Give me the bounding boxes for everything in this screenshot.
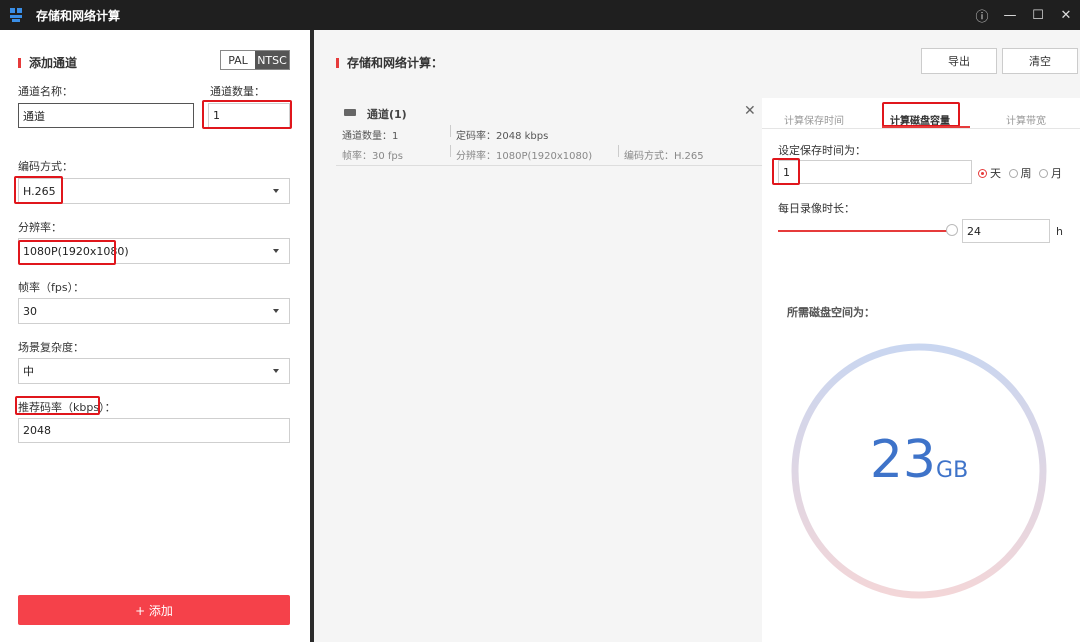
- chevron-down-icon: [273, 369, 279, 373]
- highlight-box: [772, 158, 800, 185]
- close-window-icon[interactable]: ✕: [1052, 0, 1080, 30]
- channel-name-input[interactable]: 通道: [18, 103, 194, 128]
- tab-retention-time[interactable]: 计算保存时间: [784, 112, 844, 127]
- add-button[interactable]: + 添加: [18, 595, 290, 625]
- radio-day[interactable]: [978, 169, 987, 178]
- app-icon: [10, 8, 24, 22]
- add-channel-panel: 添加通道 PAL NTSC 通道名称： 通道 通道数量： 1 编码方式： H.2…: [0, 30, 310, 642]
- video-standard-toggle: PAL NTSC: [220, 50, 290, 70]
- divider: [618, 145, 619, 157]
- info-icon[interactable]: ⓘ: [968, 0, 996, 30]
- daily-slider-track[interactable]: [778, 230, 952, 232]
- retention-unit-group: 天 周 月: [978, 165, 1062, 181]
- framerate-label: 帧率（fps）：: [18, 281, 85, 294]
- section-marker: [18, 57, 21, 68]
- radio-week[interactable]: [1008, 169, 1018, 178]
- channel-count-label: 通道数量：: [210, 85, 265, 98]
- retention-input[interactable]: 1: [778, 160, 972, 184]
- divider: [450, 145, 451, 157]
- chevron-down-icon: [273, 309, 279, 313]
- resolution-label: 分辨率：: [18, 221, 62, 234]
- channel-name-label: 通道名称：: [18, 85, 73, 98]
- chevron-down-icon: [273, 249, 279, 253]
- complexity-label: 场景复杂度：: [18, 341, 84, 354]
- calculation-panel: 存储和网络计算： 导出 清空 通道(1) ✕ 通道数量：1 定码率：2048 k…: [314, 30, 1080, 642]
- complexity-value: 中: [23, 365, 34, 378]
- export-button[interactable]: 导出: [921, 48, 997, 74]
- section-marker: [336, 57, 339, 68]
- bitrate-input[interactable]: 2048: [18, 418, 290, 443]
- codec-label: 编码方式：: [18, 160, 73, 173]
- highlight-box: [14, 176, 63, 204]
- divider: [450, 125, 451, 137]
- calculation-title: 存储和网络计算：: [336, 54, 443, 71]
- channel-card-bitrate: 定码率：2048 kbps: [456, 131, 549, 142]
- required-space-label: 所需磁盘空间为：: [787, 306, 875, 319]
- highlight-box: [202, 100, 292, 129]
- window-title: 存储和网络计算: [36, 8, 121, 23]
- highlight-box: [15, 396, 100, 415]
- chevron-down-icon: [273, 189, 279, 193]
- camera-icon: [344, 109, 356, 116]
- tab-divider: [762, 128, 1080, 129]
- channel-card[interactable]: 通道(1) ✕ 通道数量：1 定码率：2048 kbps 帧率：30 fps 分…: [336, 100, 764, 166]
- channel-card-name: 通道(1): [367, 108, 407, 121]
- highlight-box: [882, 102, 960, 127]
- channel-card-framerate: 帧率：30 fps: [342, 151, 403, 162]
- highlight-box: [18, 240, 116, 265]
- unit-week-label: 周: [1020, 167, 1032, 180]
- required-space-unit: GB: [936, 458, 969, 483]
- maximize-icon[interactable]: ☐: [1024, 0, 1052, 30]
- channel-card-count: 通道数量：1: [342, 131, 399, 142]
- radio-month[interactable]: [1039, 169, 1048, 178]
- daily-duration-unit: h: [1056, 225, 1063, 238]
- daily-slider-fill: [778, 230, 952, 232]
- minimize-icon[interactable]: —: [996, 0, 1024, 30]
- daily-duration-input[interactable]: 24: [962, 219, 1050, 243]
- framerate-value: 30: [23, 304, 37, 318]
- unit-day-label: 天: [990, 167, 1001, 180]
- watermark: 值 什么值得买: [909, 606, 1036, 630]
- pal-option[interactable]: PAL: [221, 51, 255, 69]
- required-space-value: 23GB: [789, 430, 1049, 490]
- retention-label: 设定保存时间为：: [778, 144, 866, 157]
- title-bar: 存储和网络计算 ⓘ — ☐ ✕: [0, 0, 1080, 30]
- daily-slider-thumb[interactable]: [946, 224, 958, 236]
- required-space-number: 23: [869, 430, 937, 490]
- ntsc-option[interactable]: NTSC: [255, 51, 289, 69]
- close-icon[interactable]: ✕: [744, 103, 756, 119]
- framerate-select[interactable]: 30: [18, 298, 290, 324]
- channel-card-resolution: 分辨率：1080P(1920x1080): [456, 151, 593, 162]
- channel-card-codec: 编码方式：H.265: [624, 151, 704, 162]
- complexity-select[interactable]: 中: [18, 358, 290, 384]
- unit-month-label: 月: [1051, 167, 1062, 180]
- daily-duration-label: 每日录像时长：: [778, 202, 855, 215]
- clear-button[interactable]: 清空: [1002, 48, 1078, 74]
- add-channel-title: 添加通道: [18, 54, 77, 71]
- tab-bandwidth[interactable]: 计算带宽: [1006, 112, 1046, 127]
